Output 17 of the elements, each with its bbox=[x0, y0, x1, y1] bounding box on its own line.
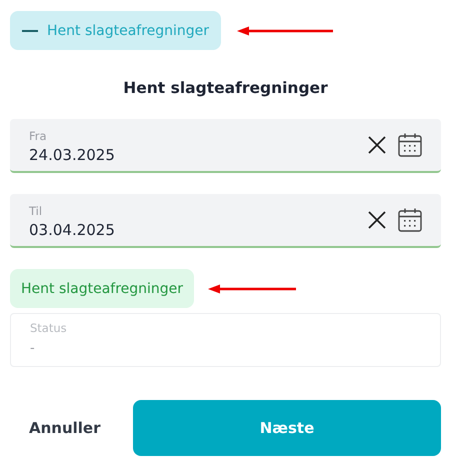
close-icon[interactable] bbox=[368, 211, 386, 229]
dialog-title: Hent slagteafregninger bbox=[122, 79, 329, 97]
field-label: Fra bbox=[29, 128, 48, 142]
field-value: - bbox=[30, 341, 36, 356]
field-label: Status bbox=[30, 321, 68, 335]
field-value: 03.04.2025 bbox=[29, 220, 116, 238]
minus-icon bbox=[22, 30, 38, 32]
arrow-icon bbox=[237, 26, 334, 36]
arrow-icon bbox=[208, 284, 296, 294]
close-icon[interactable] bbox=[368, 136, 386, 154]
field-value: 24.03.2025 bbox=[29, 146, 116, 164]
date-field[interactable]: Fra 24.03.2025 bbox=[10, 119, 441, 173]
cancel-button[interactable]: Annuller bbox=[10, 400, 133, 456]
calendar-icon[interactable] bbox=[398, 133, 422, 157]
calendar-icon[interactable] bbox=[398, 208, 422, 232]
field-label: Til bbox=[29, 204, 44, 218]
date-field[interactable]: Til 03.04.2025 bbox=[10, 194, 441, 248]
